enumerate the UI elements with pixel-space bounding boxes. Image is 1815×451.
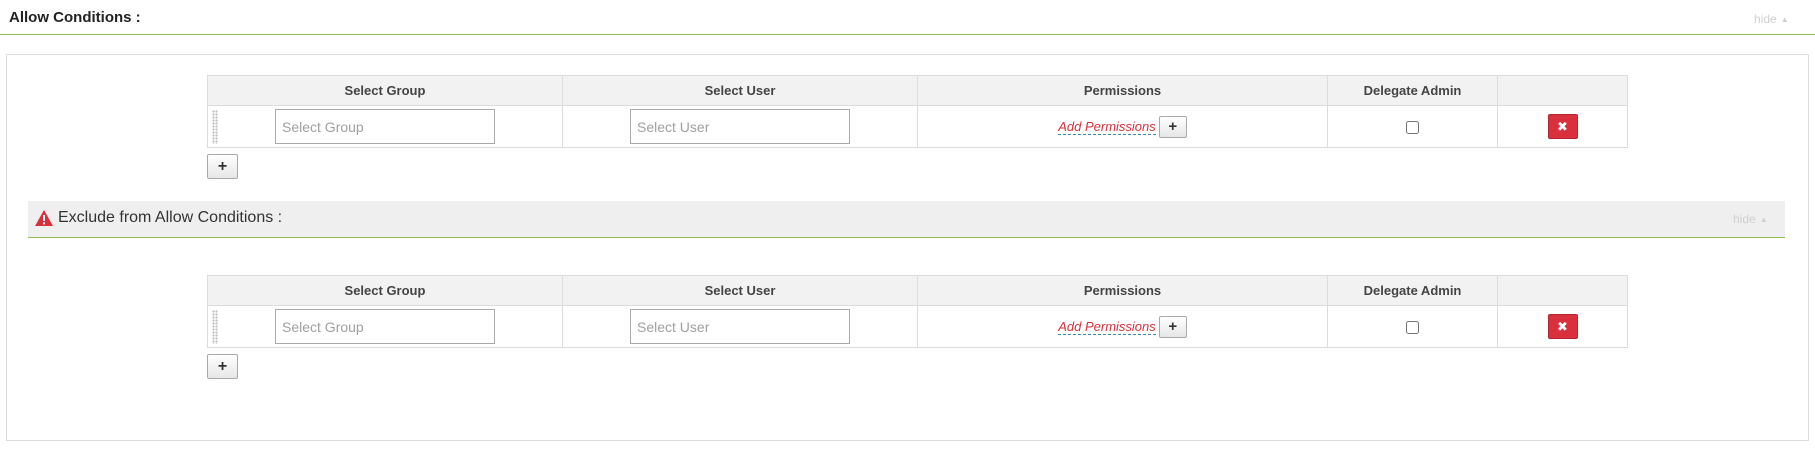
caret-up-icon: ▲ <box>1759 215 1768 224</box>
add-permissions-link[interactable]: Add Permissions <box>1058 119 1156 135</box>
exclude-conditions-hide-toggle[interactable]: hide ▲ <box>1733 212 1768 226</box>
column-header-actions <box>1497 275 1628 306</box>
warning-triangle-icon <box>35 210 53 226</box>
column-header-delegate-admin: Delegate Admin <box>1327 275 1498 306</box>
exclude-conditions-table: Select Group Select User Permissions Del… <box>207 275 1628 348</box>
column-header-select-user: Select User <box>562 75 918 106</box>
permissions-cell: Add Permissions + <box>917 305 1328 348</box>
allow-conditions-title: Allow Conditions : <box>9 9 141 26</box>
column-header-permissions: Permissions <box>917 75 1328 106</box>
delete-row-button[interactable]: ✖ <box>1547 314 1578 339</box>
drag-handle-icon[interactable] <box>212 110 218 144</box>
group-cell <box>207 305 563 348</box>
add-exclude-condition-button[interactable]: + <box>207 354 238 379</box>
allow-conditions-table: Select Group Select User Permissions Del… <box>207 75 1628 148</box>
actions-cell: ✖ <box>1497 105 1628 148</box>
allow-conditions-header: Allow Conditions : hide ▲ <box>0 0 1815 35</box>
select-group-input[interactable] <box>275 309 495 344</box>
column-header-select-group: Select Group <box>207 275 563 306</box>
column-header-select-group: Select Group <box>207 75 563 106</box>
delegate-admin-cell <box>1327 305 1498 348</box>
group-cell <box>207 105 563 148</box>
actions-cell: ✖ <box>1497 305 1628 348</box>
user-cell <box>562 305 918 348</box>
allow-conditions-hide-toggle[interactable]: hide ▲ <box>1754 12 1789 26</box>
delegate-admin-checkbox[interactable] <box>1406 321 1419 335</box>
add-permission-button[interactable]: + <box>1158 315 1187 338</box>
column-header-permissions: Permissions <box>917 275 1328 306</box>
select-user-input[interactable] <box>630 109 850 144</box>
add-allow-condition-button[interactable]: + <box>207 154 238 179</box>
caret-up-icon: ▲ <box>1780 15 1789 24</box>
delegate-admin-cell <box>1327 105 1498 148</box>
exclude-conditions-title: Exclude from Allow Conditions : <box>58 209 283 226</box>
add-permissions-link[interactable]: Add Permissions <box>1058 319 1156 335</box>
delegate-admin-checkbox[interactable] <box>1406 121 1419 135</box>
table-header-row: Select Group Select User Permissions Del… <box>207 75 1628 106</box>
select-group-input[interactable] <box>275 109 495 144</box>
select-user-input[interactable] <box>630 309 850 344</box>
hide-label: hide <box>1733 212 1756 226</box>
delete-row-button[interactable]: ✖ <box>1547 114 1578 139</box>
exclude-conditions-header: Exclude from Allow Conditions : hide ▲ <box>28 201 1785 238</box>
hide-label: hide <box>1754 12 1777 26</box>
table-row: Add Permissions+ ✖ <box>207 105 1628 148</box>
column-header-actions <box>1497 75 1628 106</box>
column-header-delegate-admin: Delegate Admin <box>1327 75 1498 106</box>
add-permission-button[interactable]: + <box>1158 115 1187 138</box>
permissions-cell: Add Permissions + <box>917 105 1328 148</box>
user-cell <box>562 105 918 148</box>
column-header-select-user: Select User <box>562 275 918 306</box>
table-row: Add Permissions+ ✖ <box>207 305 1628 348</box>
drag-handle-icon[interactable] <box>212 310 218 344</box>
table-header-row: Select Group Select User Permissions Del… <box>207 275 1628 306</box>
